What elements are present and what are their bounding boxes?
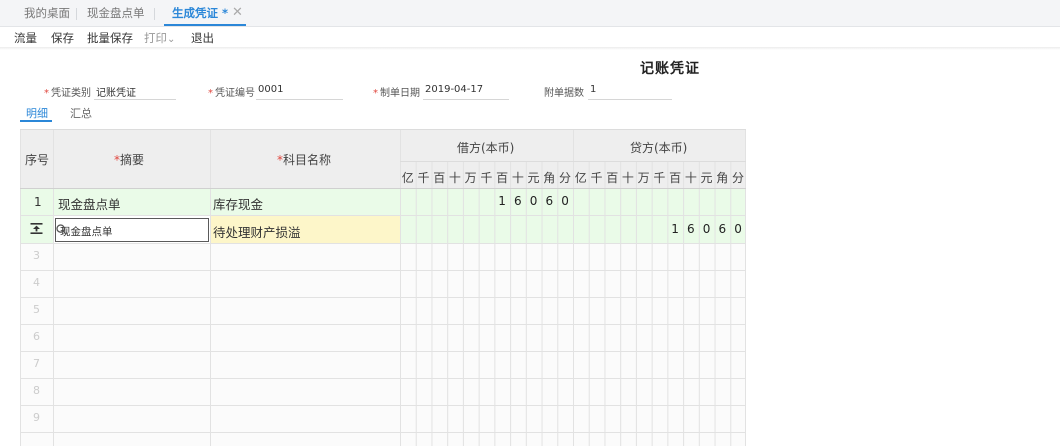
empty-row-number: 7 xyxy=(33,357,40,370)
row-account-cell[interactable]: 库存现金 xyxy=(213,194,263,213)
toolbar-shadow xyxy=(0,47,1060,50)
debit-digit-unit-header: 十 xyxy=(511,171,524,185)
empty-row-number: 6 xyxy=(33,330,40,343)
credit-digit-unit-header: 万 xyxy=(637,171,650,185)
credit-digit-unit-header: 分 xyxy=(732,171,745,185)
tab-separator xyxy=(76,8,77,20)
credit-digit-unit-header: 亿 xyxy=(574,171,587,185)
credit-digit-unit-header: 千 xyxy=(590,171,603,185)
debit-amount-digit[interactable]: 0 xyxy=(557,194,573,208)
header-seq: 序号 xyxy=(25,153,50,167)
voucher-type-underline xyxy=(94,99,176,100)
credit-digit-unit-header: 百 xyxy=(669,171,682,185)
print-button[interactable]: 打印⌄ xyxy=(144,30,175,46)
flow-button[interactable]: 流量 xyxy=(14,30,37,46)
row-seq: 1 xyxy=(34,195,42,209)
empty-row-number: 5 xyxy=(33,303,40,316)
debit-digit-unit-header: 角 xyxy=(543,171,556,185)
tab-summary[interactable]: 汇总 xyxy=(70,105,92,121)
tab-cash-count[interactable]: 现金盘点单 xyxy=(87,0,145,27)
voucher-entry-grid: 序号 *摘要 *科目名称 借方(本币) 贷方(本币) 亿千百十万千百十元角分亿千… xyxy=(20,129,746,446)
credit-digit-unit-header: 百 xyxy=(606,171,619,185)
credit-digit-unit-header: 十 xyxy=(684,171,697,185)
tab-my-desktop[interactable]: 我的桌面 xyxy=(24,0,70,27)
toolbar: 流量 保存 批量保存 打印⌄ 退出 xyxy=(0,27,1060,48)
attachment-count-underline xyxy=(588,99,672,100)
debit-amount-digit[interactable]: 0 xyxy=(526,194,542,208)
credit-digit-unit-header: 角 xyxy=(716,171,729,185)
save-button[interactable]: 保存 xyxy=(51,30,74,46)
credit-digit-unit-header: 元 xyxy=(700,171,713,185)
credit-amount-digit[interactable]: 6 xyxy=(683,222,699,236)
credit-digit-unit-header: 千 xyxy=(653,171,666,185)
empty-row-number: 8 xyxy=(33,384,40,397)
batch-save-button[interactable]: 批量保存 xyxy=(87,30,133,46)
row-summary-cell[interactable]: 现金盘点单 xyxy=(58,194,121,213)
tab-bar: 我的桌面 现金盘点单 生成凭证 * ✕ xyxy=(0,0,1060,27)
search-icon[interactable] xyxy=(56,224,67,235)
credit-amount-digit[interactable]: 1 xyxy=(667,222,683,236)
voucher-date-underline xyxy=(423,99,509,100)
summary-edit-input[interactable]: 现金盘点单 xyxy=(55,218,209,242)
summary-edit-value: 现金盘点单 xyxy=(60,226,113,238)
debit-amount-digit[interactable]: 6 xyxy=(510,194,526,208)
attachment-count-field[interactable]: 1 xyxy=(590,84,596,95)
voucher-number-field[interactable]: 0001 xyxy=(258,84,283,95)
header-debit: 借方(本币) xyxy=(457,141,515,155)
debit-digit-unit-header: 亿 xyxy=(401,171,414,185)
empty-row-number: 9 xyxy=(33,411,40,424)
insert-row-icon[interactable] xyxy=(30,222,43,235)
attachment-count-label: 附单据数 xyxy=(544,88,584,99)
debit-digit-unit-header: 分 xyxy=(559,171,572,185)
debit-digit-unit-header: 千 xyxy=(480,171,493,185)
debit-amount-digit[interactable]: 6 xyxy=(542,194,558,208)
empty-row-number: 4 xyxy=(33,276,40,289)
page-title: 记账凭证 xyxy=(640,61,700,77)
debit-digit-unit-header: 万 xyxy=(464,171,477,185)
close-icon[interactable]: ✕ xyxy=(232,0,243,27)
voucher-date-label: * 制单日期 xyxy=(373,88,420,99)
voucher-type-label: * 凭证类别 xyxy=(44,88,91,99)
tab-separator xyxy=(154,8,155,20)
debit-digit-unit-header: 百 xyxy=(496,171,509,185)
exit-button[interactable]: 退出 xyxy=(191,30,214,46)
debit-amount-digit[interactable]: 1 xyxy=(494,194,510,208)
row-account-cell[interactable]: 待处理财产损溢 xyxy=(213,222,301,241)
credit-digit-unit-header: 十 xyxy=(621,171,634,185)
voucher-date-field[interactable]: 2019-04-17 xyxy=(425,84,483,95)
debit-digit-unit-header: 千 xyxy=(417,171,430,185)
chevron-down-icon: ⌄ xyxy=(167,34,176,45)
active-subtab-indicator xyxy=(20,120,52,122)
header-account: *科目名称 xyxy=(277,153,332,167)
voucher-type-field[interactable]: 记账凭证 xyxy=(96,84,136,99)
tab-detail[interactable]: 明细 xyxy=(26,105,48,121)
header-credit: 贷方(本币) xyxy=(630,141,688,155)
debit-digit-unit-header: 十 xyxy=(448,171,461,185)
voucher-number-label: * 凭证编号 xyxy=(208,88,255,99)
debit-digit-unit-header: 百 xyxy=(433,171,446,185)
empty-row-number: 3 xyxy=(33,249,40,262)
credit-amount-digit[interactable]: 0 xyxy=(699,222,715,236)
credit-amount-digit[interactable]: 6 xyxy=(715,222,731,236)
header-summary: *摘要 xyxy=(114,153,145,167)
tab-generate-voucher-label: 生成凭证 * xyxy=(172,6,229,20)
voucher-number-underline xyxy=(256,99,343,100)
debit-digit-unit-header: 元 xyxy=(527,171,540,185)
credit-amount-digit[interactable]: 0 xyxy=(730,222,746,236)
tab-generate-voucher[interactable]: 生成凭证 * xyxy=(164,0,247,27)
print-button-label: 打印 xyxy=(144,31,167,45)
